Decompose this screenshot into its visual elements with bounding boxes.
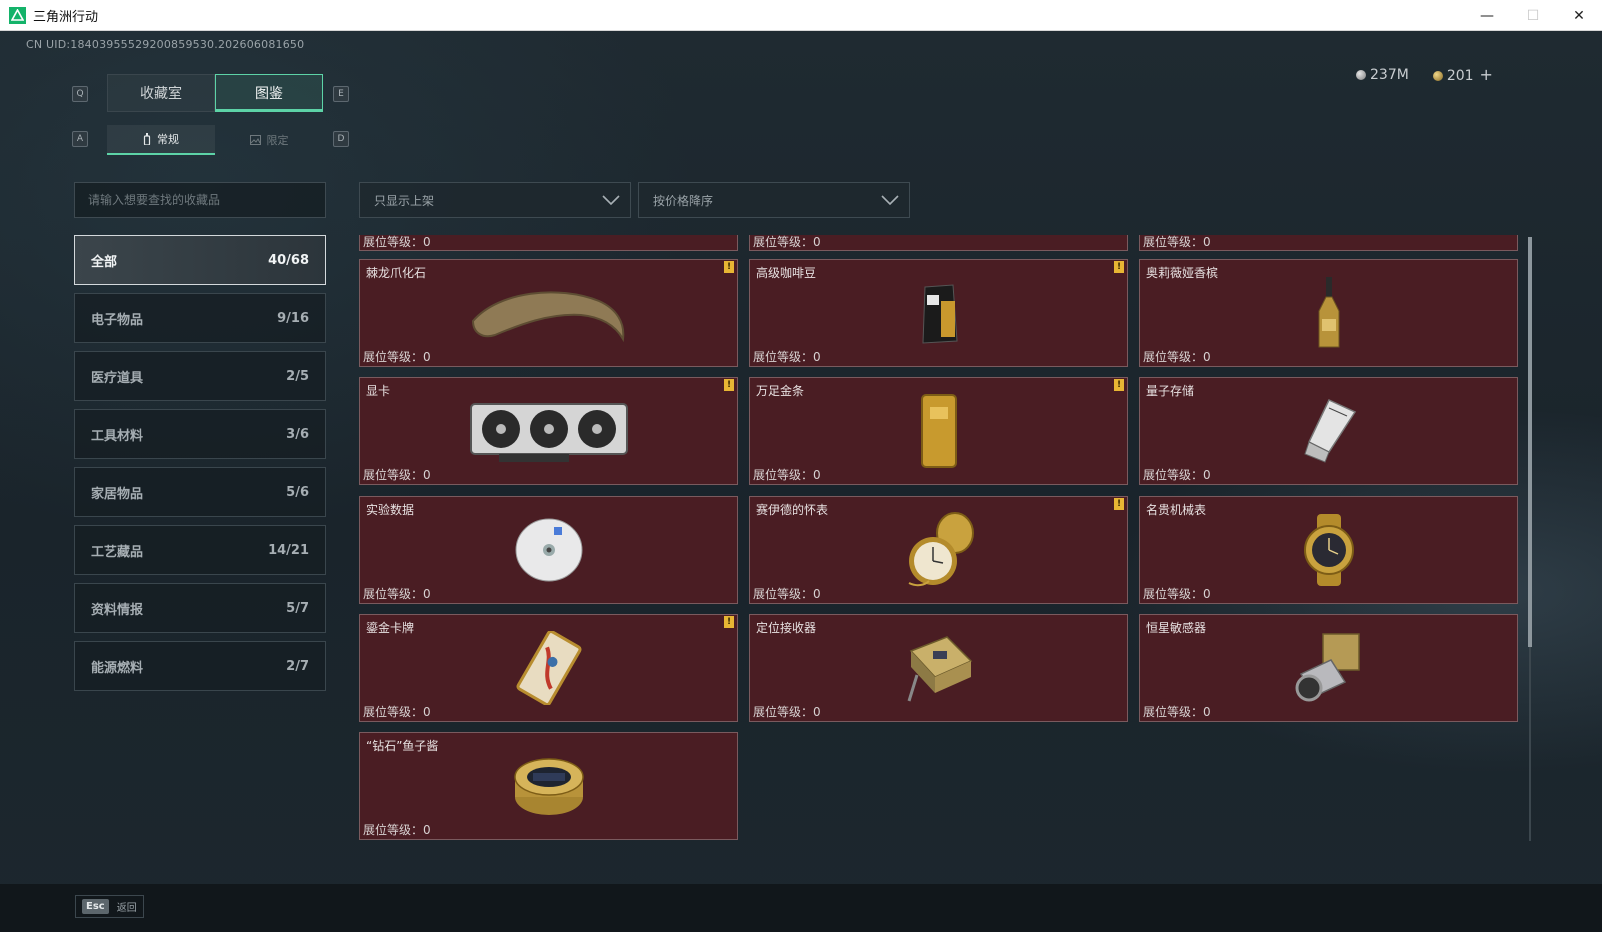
category-household[interactable]: 家居物品 5/6	[74, 467, 326, 517]
sort-value: 按价格降序	[653, 193, 714, 208]
back-label: 返回	[116, 903, 137, 914]
add-currency-button[interactable]: +	[1480, 65, 1493, 84]
collectible-card[interactable]: 恒星敏感器 展位等级：0	[1139, 614, 1518, 722]
silver-coin-icon	[1356, 69, 1366, 80]
collectible-card[interactable]: 展位等级：0	[749, 235, 1128, 251]
alert-badge-icon: !	[724, 379, 734, 391]
collectible-card[interactable]: 展位等级：0	[1139, 235, 1518, 251]
availability-filter-value: 只显示上架	[374, 193, 435, 208]
collectible-card[interactable]: 万足金条 ! 展位等级：0	[749, 377, 1128, 485]
category-intel[interactable]: 资料情报 5/7	[74, 583, 326, 633]
collectible-card[interactable]: 展位等级：0	[359, 235, 738, 251]
image-icon	[249, 135, 261, 145]
pocket-watch-icon	[750, 512, 1127, 587]
wristwatch-icon	[1140, 514, 1517, 586]
esc-key-hint: Esc	[82, 899, 109, 914]
gold-currency: 201 +	[1432, 65, 1493, 84]
search-input[interactable]	[74, 182, 326, 218]
key-hint-a: A	[72, 131, 88, 147]
grid-scrollbar-thumb[interactable]	[1528, 237, 1532, 647]
alert-badge-icon: !	[724, 261, 734, 273]
minimize-button[interactable]: —	[1464, 0, 1510, 31]
tab-catalog[interactable]: 图鉴	[215, 74, 323, 112]
key-hint-e: E	[333, 86, 349, 102]
category-all[interactable]: 全部 40/68	[74, 235, 326, 285]
category-electronics[interactable]: 电子物品 9/16	[74, 293, 326, 343]
disc-icon	[360, 515, 737, 585]
category-tools[interactable]: 工具材料 3/6	[74, 409, 326, 459]
coffee-bag-icon	[750, 278, 1127, 348]
close-button[interactable]: ✕	[1556, 0, 1602, 31]
maximize-button[interactable]: ☐	[1510, 0, 1556, 31]
gilded-card-icon	[360, 631, 737, 705]
game-viewport: CN UID:18403955529200859530.202606081650…	[0, 31, 1602, 932]
window-titlebar: 三角洲行动 — ☐ ✕	[0, 0, 1602, 31]
gold-bar-icon	[750, 394, 1127, 468]
gold-coin-icon	[1432, 71, 1443, 81]
tab-limited[interactable]: 限定	[215, 125, 323, 155]
back-button[interactable]: Esc 返回	[75, 895, 144, 918]
app-logo-icon	[9, 6, 26, 24]
collectible-card[interactable]: 量子存储 展位等级：0	[1139, 377, 1518, 485]
collectible-card[interactable]: “钻石”鱼子酱 展位等级：0	[359, 732, 738, 840]
main-tabs: 收藏室 图鉴	[107, 74, 323, 112]
bottle-icon	[143, 133, 151, 145]
category-crafts[interactable]: 工艺藏品 14/21	[74, 525, 326, 575]
availability-filter-dropdown[interactable]: 只显示上架	[359, 182, 631, 218]
collectible-card[interactable]: 实验数据 展位等级：0	[359, 496, 738, 604]
collectible-card[interactable]: 棘龙爪化石 ! 展位等级：0	[359, 259, 738, 367]
chevron-down-icon	[881, 195, 899, 206]
uid-label: CN UID:18403955529200859530.202606081650	[26, 38, 305, 51]
star-sensor-icon	[1140, 633, 1517, 703]
sub-tabs: 常规 限定	[107, 125, 323, 155]
bottom-bar	[0, 884, 1602, 932]
tab-regular[interactable]: 常规	[107, 125, 215, 155]
alert-badge-icon: !	[1114, 261, 1124, 273]
collectible-card[interactable]: 定位接收器 展位等级：0	[749, 614, 1128, 722]
caviar-tin-icon	[360, 751, 737, 821]
key-hint-q: Q	[72, 86, 88, 102]
alert-badge-icon: !	[724, 616, 734, 628]
collectible-card[interactable]: 高级咖啡豆 ! 展位等级：0	[749, 259, 1128, 367]
window-title: 三角洲行动	[33, 9, 99, 25]
usb-drive-icon	[1140, 396, 1517, 466]
graphics-card-icon	[360, 396, 737, 466]
gps-receiver-icon	[750, 633, 1127, 703]
category-medical[interactable]: 医疗道具 2/5	[74, 351, 326, 401]
category-list: 全部 40/68 电子物品 9/16 医疗道具 2/5 工具材料 3/6 家居物品 5/6…	[74, 235, 326, 699]
silver-currency: 237M	[1356, 67, 1409, 83]
collectible-card[interactable]: 赛伊德的怀表 ! 展位等级：0	[749, 496, 1128, 604]
category-energy[interactable]: 能源燃料 2/7	[74, 641, 326, 691]
alert-badge-icon: !	[1114, 379, 1124, 391]
key-hint-d: D	[333, 131, 349, 147]
sort-dropdown[interactable]: 按价格降序	[638, 182, 910, 218]
alert-badge-icon: !	[1114, 498, 1124, 510]
claw-fossil-icon	[360, 278, 737, 348]
collectible-card[interactable]: 奥莉薇娅香槟 展位等级：0	[1139, 259, 1518, 367]
currency-bar: 237M 201 +	[1356, 65, 1493, 84]
collectible-card[interactable]: 鎏金卡牌 ! 展位等级：0	[359, 614, 738, 722]
collectible-card[interactable]: 显卡 ! 展位等级：0	[359, 377, 738, 485]
champagne-bottle-icon	[1140, 277, 1517, 348]
collectible-grid: 展位等级：0 展位等级：0 展位等级：0 棘龙爪化石 ! 展位等级：0 高级咖啡…	[359, 235, 1525, 860]
collectible-card[interactable]: 名贵机械表 展位等级：0	[1139, 496, 1518, 604]
chevron-down-icon	[602, 195, 620, 206]
tab-collection-room[interactable]: 收藏室	[107, 74, 215, 112]
